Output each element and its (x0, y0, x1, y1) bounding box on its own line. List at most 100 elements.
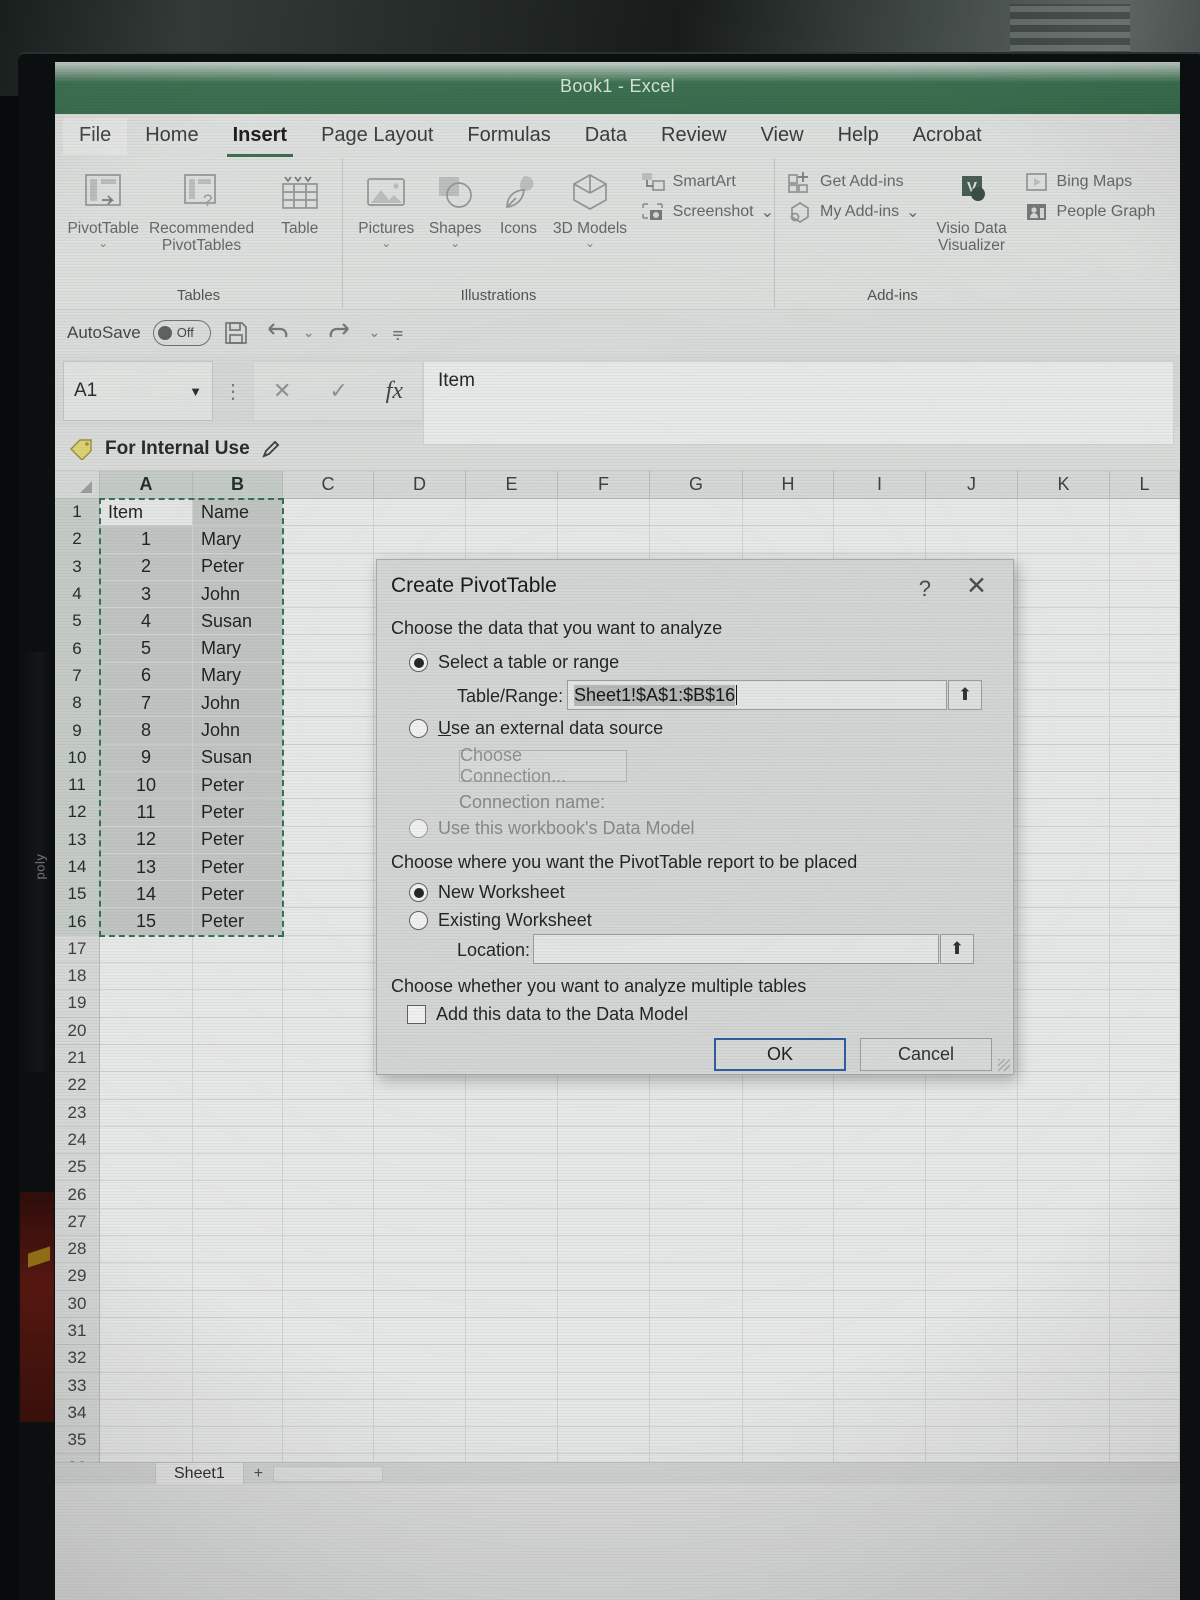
cell-G1[interactable] (650, 499, 743, 527)
cell-J24[interactable] (926, 1126, 1018, 1155)
cell-K30[interactable] (1018, 1290, 1110, 1318)
cell-D23[interactable] (374, 1099, 466, 1127)
cell-D35[interactable] (374, 1427, 466, 1455)
redo-icon[interactable] (326, 320, 356, 346)
cell-I24[interactable] (834, 1126, 926, 1155)
cell-C26[interactable] (283, 1181, 374, 1209)
ribbon-tab-help[interactable]: Help (822, 118, 895, 155)
cell-G2[interactable] (650, 526, 743, 554)
cell-L19[interactable] (1110, 990, 1180, 1018)
cell-C27[interactable] (283, 1208, 374, 1237)
sheet-tab-sheet1[interactable]: Sheet1 (155, 1463, 244, 1484)
cell-K22[interactable] (1018, 1072, 1110, 1100)
cell-A28[interactable] (100, 1236, 193, 1264)
cell-K3[interactable] (1018, 553, 1110, 581)
help-icon[interactable]: ? (919, 576, 931, 602)
cell-A9[interactable]: 8 (100, 717, 193, 745)
row-header-16[interactable]: 16 (55, 908, 100, 936)
undo-dropdown-icon[interactable]: ⌄ (303, 324, 315, 341)
cell-C29[interactable] (283, 1263, 374, 1291)
cell-B8[interactable]: John (193, 690, 283, 718)
column-header-B[interactable]: B (193, 471, 283, 498)
cell-E29[interactable] (466, 1263, 558, 1291)
cell-B19[interactable] (193, 990, 283, 1018)
cell-B12[interactable]: Peter (193, 799, 283, 827)
row-header-34[interactable]: 34 (55, 1399, 100, 1428)
column-header-H[interactable]: H (743, 471, 834, 498)
row-header-28[interactable]: 28 (55, 1236, 100, 1264)
cell-I34[interactable] (834, 1399, 926, 1428)
cell-F28[interactable] (558, 1236, 650, 1264)
cell-J22[interactable] (926, 1072, 1018, 1100)
cell-J31[interactable] (926, 1317, 1018, 1346)
cell-H24[interactable] (743, 1126, 834, 1155)
cell-K32[interactable] (1018, 1345, 1110, 1373)
cell-C6[interactable] (283, 635, 374, 663)
cell-B28[interactable] (193, 1236, 283, 1264)
redo-dropdown-icon[interactable]: ⌄ (368, 324, 380, 341)
people-graph-button[interactable]: People Graph (1024, 200, 1155, 224)
cell-L3[interactable] (1110, 553, 1180, 581)
cell-L18[interactable] (1110, 963, 1180, 991)
cell-H2[interactable] (743, 526, 834, 554)
cell-J1[interactable] (926, 499, 1018, 527)
cell-C24[interactable] (283, 1126, 374, 1155)
cell-L32[interactable] (1110, 1345, 1180, 1373)
cell-B27[interactable] (193, 1208, 283, 1237)
cell-K16[interactable] (1018, 908, 1110, 936)
cell-I29[interactable] (834, 1263, 926, 1291)
cell-A16[interactable]: 15 (100, 908, 193, 936)
cell-A19[interactable] (100, 990, 193, 1018)
ribbon-tab-view[interactable]: View (745, 118, 820, 155)
cell-L8[interactable] (1110, 690, 1180, 718)
cell-J30[interactable] (926, 1290, 1018, 1318)
cell-K6[interactable] (1018, 635, 1110, 663)
row-header-12[interactable]: 12 (55, 799, 100, 827)
my-add-ins-chevron-down-icon[interactable]: ⌄ (906, 202, 919, 222)
cell-B7[interactable]: Mary (193, 662, 283, 691)
cell-F23[interactable] (558, 1099, 650, 1127)
cell-J25[interactable] (926, 1154, 1018, 1182)
cell-F27[interactable] (558, 1208, 650, 1237)
cell-C30[interactable] (283, 1290, 374, 1318)
cell-A8[interactable]: 7 (100, 690, 193, 718)
cell-A15[interactable]: 14 (100, 881, 193, 909)
cell-C35[interactable] (283, 1427, 374, 1455)
cell-H30[interactable] (743, 1290, 834, 1318)
name-box-chevron-down-icon[interactable]: ▼ (189, 384, 202, 399)
cell-J2[interactable] (926, 526, 1018, 554)
cell-A31[interactable] (100, 1317, 193, 1346)
cell-B31[interactable] (193, 1317, 283, 1346)
row-header-3[interactable]: 3 (55, 553, 100, 581)
cell-D33[interactable] (374, 1372, 466, 1400)
cell-C28[interactable] (283, 1236, 374, 1264)
cell-E22[interactable] (466, 1072, 558, 1100)
cell-K27[interactable] (1018, 1208, 1110, 1237)
cell-F34[interactable] (558, 1399, 650, 1428)
cell-A20[interactable] (100, 1017, 193, 1045)
cell-K26[interactable] (1018, 1181, 1110, 1209)
cell-L9[interactable] (1110, 717, 1180, 745)
location-input[interactable] (533, 934, 939, 964)
cell-B26[interactable] (193, 1181, 283, 1209)
cell-C25[interactable] (283, 1154, 374, 1182)
cell-F32[interactable] (558, 1345, 650, 1373)
cell-K33[interactable] (1018, 1372, 1110, 1400)
cell-C2[interactable] (283, 526, 374, 554)
radio-new-worksheet[interactable]: New Worksheet (409, 882, 565, 903)
cell-G35[interactable] (650, 1427, 743, 1455)
icons-button[interactable]: Icons (489, 164, 549, 237)
cell-C14[interactable] (283, 853, 374, 882)
cell-C34[interactable] (283, 1399, 374, 1428)
my-add-ins-button[interactable]: My Add-ins ⌄ (787, 200, 920, 224)
cell-L2[interactable] (1110, 526, 1180, 554)
screenshot-button[interactable]: Screenshot ⌄ (640, 200, 774, 224)
cell-K34[interactable] (1018, 1399, 1110, 1428)
cell-L13[interactable] (1110, 826, 1180, 854)
cell-A32[interactable] (100, 1345, 193, 1373)
cell-A1[interactable]: Item (100, 499, 193, 527)
cell-E28[interactable] (466, 1236, 558, 1264)
cell-L5[interactable] (1110, 608, 1180, 636)
cell-J32[interactable] (926, 1345, 1018, 1373)
cell-C10[interactable] (283, 744, 374, 772)
